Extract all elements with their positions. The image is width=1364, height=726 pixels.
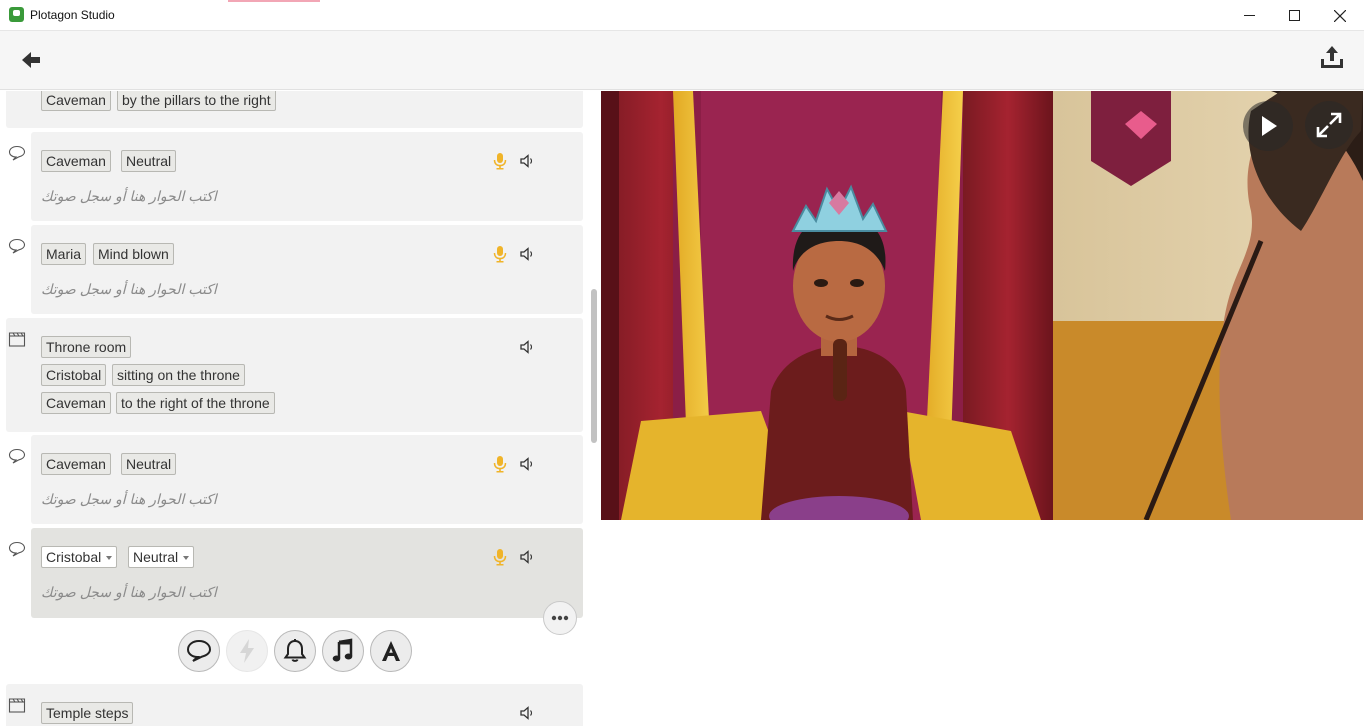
more-icon — [551, 615, 569, 621]
speaker-icon[interactable] — [519, 455, 535, 473]
microphone-icon[interactable] — [492, 455, 508, 473]
more-options-button[interactable] — [543, 601, 577, 635]
dialogue-input[interactable]: اكتب الحوار هنا أو سجل صوتك — [41, 188, 217, 205]
add-sound-effect-button[interactable] — [274, 630, 316, 672]
character-tag[interactable]: Caveman — [41, 91, 111, 111]
close-button[interactable] — [1317, 0, 1363, 31]
emotion-dropdown[interactable]: Neutral — [128, 546, 195, 568]
bell-icon — [283, 639, 307, 662]
scrollbar-thumb[interactable] — [591, 289, 597, 443]
maximize-button[interactable] — [1271, 0, 1317, 31]
dialogue-card[interactable] — [31, 225, 583, 314]
preview-blank-area — [601, 520, 1364, 726]
fullscreen-icon — [1316, 112, 1342, 138]
minimize-button[interactable] — [1226, 0, 1272, 31]
clapperboard-icon — [8, 332, 26, 347]
speaker-icon[interactable] — [519, 152, 535, 170]
speech-bubble-icon — [8, 541, 26, 557]
speaker-icon[interactable] — [519, 245, 535, 263]
speech-bubble-icon — [8, 238, 26, 254]
emotion-tag[interactable]: Neutral — [121, 453, 177, 475]
title-bar: Plotagon Studio — [0, 0, 1364, 31]
speaker-icon[interactable] — [519, 338, 535, 356]
speech-bubble-icon — [8, 448, 26, 464]
character-tag[interactable]: Cristobal — [41, 364, 107, 386]
back-arrow-icon — [22, 52, 40, 68]
location-tag[interactable]: Throne room — [41, 336, 132, 358]
dialogue-card-selected[interactable] — [31, 528, 583, 618]
window-title: Plotagon Studio — [30, 8, 115, 22]
video-preview[interactable] — [601, 91, 1363, 520]
position-tag[interactable]: to the right of the throne — [116, 392, 275, 414]
speaker-icon[interactable] — [519, 704, 535, 722]
music-note-icon — [332, 638, 353, 662]
play-button[interactable] — [1243, 101, 1293, 151]
share-icon — [1321, 46, 1343, 68]
emotion-tag[interactable]: Neutral — [121, 150, 177, 172]
fullscreen-button[interactable] — [1305, 101, 1353, 149]
app-toolbar — [0, 31, 1364, 90]
app-logo-icon — [9, 7, 24, 22]
add-music-button[interactable] — [322, 630, 364, 672]
character-dropdown[interactable]: Cristobal — [41, 546, 118, 568]
microphone-icon[interactable] — [492, 245, 508, 263]
dialogue-input[interactable]: اكتب الحوار هنا أو سجل صوتك — [41, 491, 217, 508]
title-accent — [228, 0, 320, 2]
position-tag[interactable]: by the pillars to the right — [117, 91, 276, 111]
microphone-icon[interactable] — [492, 152, 508, 170]
play-icon — [1262, 116, 1277, 136]
lightning-icon — [240, 639, 254, 663]
position-tag[interactable]: sitting on the throne — [112, 364, 245, 386]
dialogue-card[interactable] — [31, 132, 583, 221]
clapperboard-icon — [8, 698, 26, 713]
speaker-icon[interactable] — [519, 548, 535, 566]
location-tag[interactable]: Temple steps — [41, 702, 134, 724]
character-tag[interactable]: Maria — [41, 243, 87, 265]
speech-bubble-icon — [186, 639, 212, 662]
scene-preview-image — [601, 91, 1363, 520]
back-button[interactable] — [18, 47, 44, 73]
dialogue-input[interactable]: اكتب الحوار هنا أو سجل صوتك — [41, 584, 217, 601]
share-button[interactable] — [1318, 44, 1346, 72]
character-tag[interactable]: Caveman — [41, 150, 111, 172]
character-tag[interactable]: Caveman — [41, 453, 111, 475]
add-text-button[interactable] — [370, 630, 412, 672]
dialogue-input[interactable]: اكتب الحوار هنا أو سجل صوتك — [41, 281, 217, 298]
emotion-tag[interactable]: Mind blown — [93, 243, 174, 265]
add-dialogue-button[interactable] — [178, 630, 220, 672]
speech-bubble-icon — [8, 145, 26, 161]
add-action-button[interactable] — [226, 630, 268, 672]
dialogue-card[interactable] — [31, 435, 583, 524]
character-tag[interactable]: Caveman — [41, 392, 111, 414]
text-a-icon — [382, 641, 400, 661]
script-scrollbar[interactable] — [590, 91, 598, 726]
microphone-icon[interactable] — [492, 548, 508, 566]
